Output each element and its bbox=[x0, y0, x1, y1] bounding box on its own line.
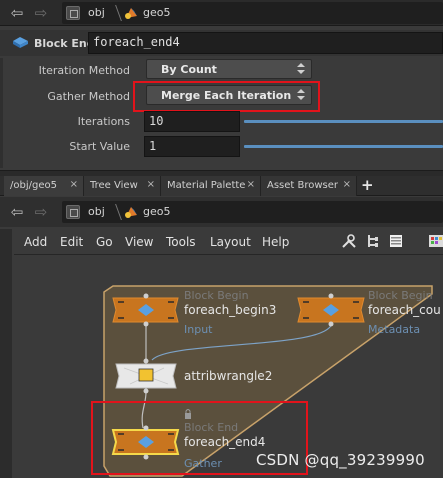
node-sub-label: Gather bbox=[184, 457, 222, 470]
node-foreach-count bbox=[297, 293, 365, 327]
node-type-label: Block End bbox=[184, 421, 239, 434]
node-sub-label: Input bbox=[184, 323, 213, 336]
node-foreach-begin3 bbox=[112, 293, 179, 327]
node-name-label[interactable]: foreach_begin3 bbox=[184, 303, 276, 317]
node-name-label[interactable]: foreach_cou bbox=[368, 303, 441, 317]
node-sub-label: Metadata bbox=[368, 323, 421, 336]
node-name-label[interactable]: attribwrangle2 bbox=[184, 369, 272, 383]
node-foreach-end4 bbox=[111, 425, 180, 460]
csdn-watermark: CSDN @qq_39239990 bbox=[256, 451, 425, 469]
network-graph bbox=[91, 285, 433, 477]
node-type-label: Block Begin bbox=[184, 289, 249, 302]
node-name-label[interactable]: foreach_end4 bbox=[184, 435, 265, 449]
node-type-label: Block Begin bbox=[368, 289, 433, 302]
